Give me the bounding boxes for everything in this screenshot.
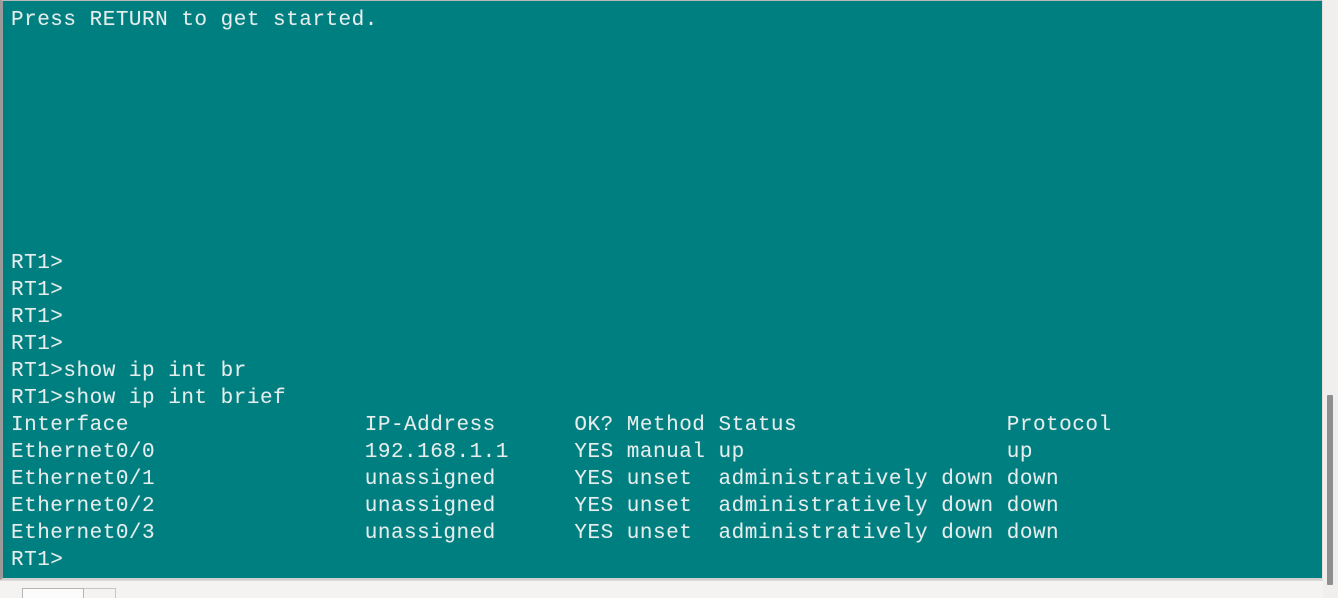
terminal-window[interactable]: Press RETURN to get started. RT1> RT1> R… [0,0,1323,580]
terminal-line-prompt: RT1> [11,279,64,302]
terminal-line-table-header: Interface IP-Address OK? Method Status P… [11,414,1112,437]
vertical-scrollbar[interactable] [1322,0,1338,598]
terminal-screen[interactable]: Press RETURN to get started. RT1> RT1> R… [3,1,1323,578]
terminal-line-prompt-active[interactable]: RT1> [3,547,1323,574]
terminal-line-command: RT1>show ip int brief [11,387,287,410]
bottom-tab-primary[interactable] [22,588,84,598]
terminal-line-table-row: Ethernet0/0 192.168.1.1 YES manual up up [11,441,1033,464]
terminal-line-prompt: RT1> [11,333,64,356]
bottom-status-bar [0,580,1323,598]
terminal-app-window: Press RETURN to get started. RT1> RT1> R… [0,0,1338,598]
terminal-line-table-row: Ethernet0/3 unassigned YES unset adminis… [11,522,1060,545]
vertical-scrollbar-thumb[interactable] [1327,395,1333,585]
terminal-line-command: RT1>show ip int br [11,360,247,383]
terminal-line-prompt: RT1> [11,306,64,329]
terminal-line-table-row: Ethernet0/2 unassigned YES unset adminis… [11,495,1060,518]
terminal-line-prompt: RT1> [11,252,64,275]
terminal-line-table-row: Ethernet0/1 unassigned YES unset adminis… [11,468,1060,491]
terminal-line-banner: Press RETURN to get started. [11,9,378,32]
bottom-tab-secondary[interactable] [84,588,116,598]
